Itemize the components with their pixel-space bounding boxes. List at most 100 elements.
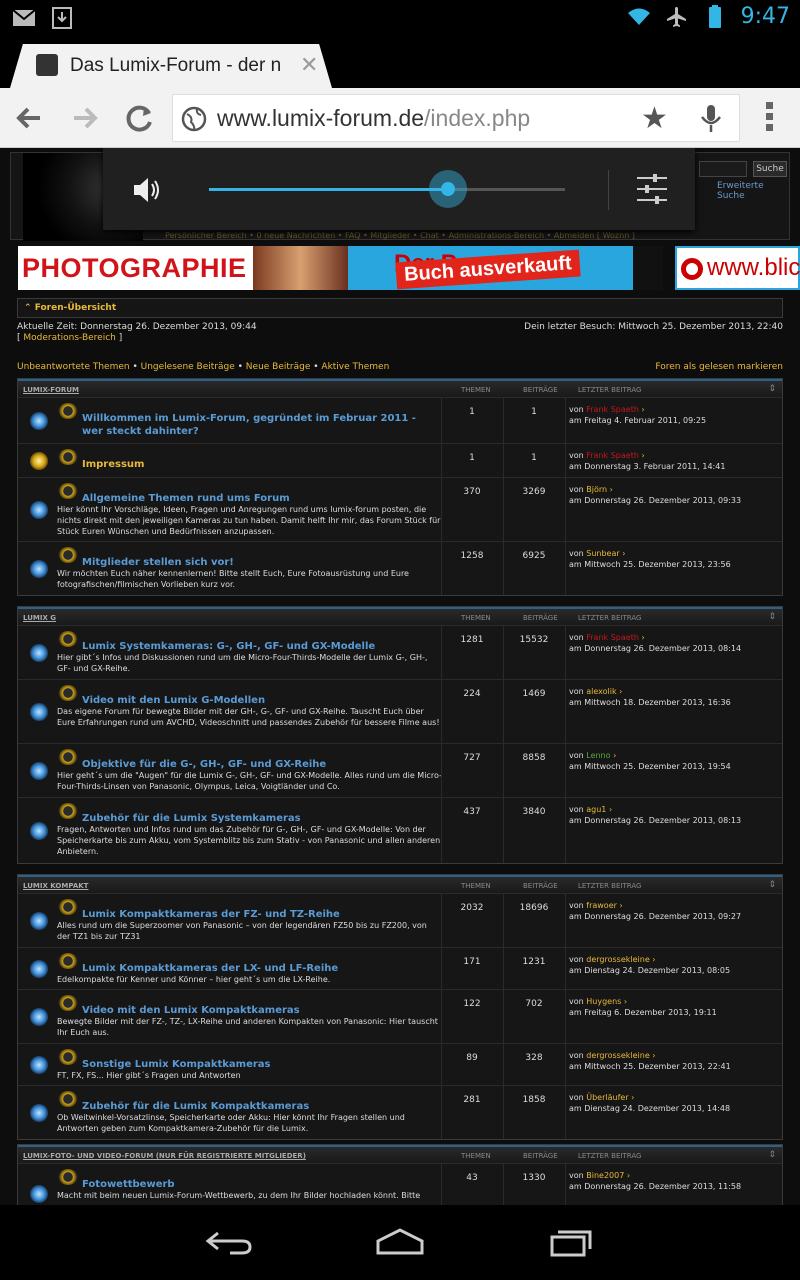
forum-row: Zubehör für die Lumix Systemkameras Frage… [18,797,782,863]
last-post: von Frank Spaeth › am Donnerstag 3. Febru… [569,451,726,471]
divider [503,542,565,595]
goto-post-icon[interactable]: › [641,451,644,460]
unanswered-link[interactable]: Unbeantwortete Themen [17,362,130,372]
home-nav-icon[interactable] [374,1227,426,1257]
goto-post-icon[interactable]: › [619,901,622,910]
forum-search-input[interactable] [699,161,747,177]
divider [441,990,503,1043]
post-count: 1469 [522,689,546,699]
volume-overlay[interactable] [103,148,695,230]
last-post: von frawoer › am Donnerstag 26. Dezember … [569,901,742,921]
last-post-date: am Donnerstag 26. Dezember 2013, 08:14 [569,644,742,653]
new-posts-link[interactable]: Neue Beiträge [246,362,311,372]
divider [608,170,609,210]
forum-row: Willkommen im Lumix-Forum, gegründet im … [18,397,782,443]
collapse-toggle-icon[interactable]: ⇕ [768,1150,776,1160]
goto-post-icon[interactable]: › [652,955,655,964]
category-header: LUMIX-FOTO- UND VIDEO-FORUM (NUR FÜR REG… [18,1145,782,1163]
goto-post-icon[interactable]: › [609,805,612,814]
mark-read-link[interactable]: Foren als gelesen markieren [655,362,783,372]
moderation-link[interactable]: [ Moderations-Bereich ] [17,333,122,343]
goto-post-icon[interactable]: › [641,633,644,642]
volume-slider-thumb[interactable] [428,170,467,208]
unread-link[interactable]: Ungelesene Beiträge [141,362,235,372]
microphone-icon[interactable] [699,103,723,135]
active-topics-link[interactable]: Aktive Themen [321,362,389,372]
forward-icon[interactable] [64,98,104,138]
speaker-icon[interactable] [131,174,163,206]
category-name[interactable]: LUMIX-FOTO- UND VIDEO-FORUM (NUR FÜR REG… [23,1152,306,1160]
last-post-author[interactable]: frawoer [586,901,617,910]
tab-close-icon[interactable]: ✕ [300,53,318,78]
post-count: 18696 [519,903,549,913]
topic-count: 43 [466,1173,478,1183]
goto-post-icon[interactable]: › [619,687,622,696]
post-count: 8858 [522,753,546,763]
col-topics: THEMEN [461,882,491,890]
forum-category-icon [58,631,78,647]
volume-slider[interactable] [209,170,565,208]
tab-title[interactable]: Das Lumix-Forum - der n [70,55,300,77]
url-text[interactable]: www.lumix-forum.de/index.php [217,105,530,132]
topic-count: 1 [469,407,475,417]
topic-count: 1258 [460,551,484,561]
last-post-author[interactable]: dergrossekleine [586,1051,649,1060]
last-post-author[interactable]: Frank Spaeth [586,451,639,460]
divider [503,398,565,443]
forum-search-button[interactable]: Suche [753,161,787,177]
collapse-toggle-icon[interactable]: ⇕ [768,612,776,622]
breadcrumb[interactable]: ⌃ Foren-Übersicht [17,298,783,318]
divider [441,626,503,679]
last-post-author[interactable]: Überläufer [586,1093,628,1102]
last-post-author[interactable]: dergrossekleine [586,955,649,964]
back-nav-icon[interactable] [204,1227,254,1257]
forum-title-link[interactable]: Willkommen im Lumix-Forum, gegründet im … [82,412,437,438]
recent-apps-icon[interactable] [548,1227,598,1257]
topic-count: 727 [463,753,481,763]
ad-banner-2[interactable]: www.blic [675,246,800,290]
last-post-author[interactable]: Frank Spaeth [586,633,639,642]
forum-title-link[interactable]: Impressum [82,458,437,471]
back-icon[interactable] [10,98,50,138]
category-header: LUMIX KOMPAKT THEMEN BEITRÄGE LETZTER BEITR… [18,875,782,893]
category-header: LUMIX G THEMEN BEITRÄGE LETZTER BEITRAG ⇕ [18,607,782,625]
goto-post-icon[interactable]: › [627,1171,630,1180]
goto-post-icon[interactable]: › [610,485,613,494]
forum-status-icon [30,1056,48,1074]
banner-text: PHOTOGRAPHIE [22,252,247,283]
goto-post-icon[interactable]: › [624,997,627,1006]
collapse-toggle-icon[interactable]: ⇕ [768,880,776,890]
reload-icon[interactable] [120,98,160,138]
forum-nav-links[interactable]: Persönlicher Bereich • 0 neue Nachrichte… [0,231,800,240]
last-post-author[interactable]: agu1 [586,805,606,814]
category-name[interactable]: LUMIX KOMPAKT [23,882,88,890]
sound-settings-icon[interactable] [635,172,669,206]
goto-post-icon[interactable]: › [652,1051,655,1060]
forum-category-icon [58,899,78,915]
bookmark-star-icon[interactable]: ★ [641,101,668,136]
category-name[interactable]: LUMIX-FORUM [23,386,79,394]
goto-post-icon[interactable]: › [622,549,625,558]
topic-count: 281 [463,1095,481,1105]
collapse-toggle-icon[interactable]: ⇕ [768,384,776,394]
browser-toolbar: www.lumix-forum.de/index.php ★ [0,88,800,148]
address-bar[interactable]: www.lumix-forum.de/index.php ★ [172,94,740,142]
last-post: von Bine2007 › am Donnerstag 26. Dezember… [569,1171,742,1191]
advanced-search-link[interactable]: Erweiterte Suche [717,181,789,201]
goto-post-icon[interactable]: › [613,751,616,760]
last-post-author[interactable]: Björn [586,485,607,494]
category-name[interactable]: LUMIX G [23,614,56,622]
forum-category: LUMIX-FOTO- UND VIDEO-FORUM (NUR FÜR REG… [17,1144,783,1205]
last-post-author[interactable]: Sunbear [586,549,619,558]
goto-post-icon[interactable]: › [631,1093,634,1102]
last-post-author[interactable]: Lenno [586,751,610,760]
last-post-author[interactable]: Huygens [586,997,621,1006]
last-post-author[interactable]: Frank Spaeth [586,405,639,414]
forum-description: Edelkompakte für Kenner und Könner – hie… [57,975,331,984]
col-last-post: LETZTER BEITRAG [578,614,642,622]
last-post-author[interactable]: alexolik [586,687,616,696]
last-post-author[interactable]: Bine2007 [586,1171,624,1180]
ad-banner[interactable]: PHOTOGRAPHIE Der P Buch ausverkauft [18,246,663,290]
overflow-menu-icon[interactable] [760,100,780,134]
goto-post-icon[interactable]: › [641,405,644,414]
